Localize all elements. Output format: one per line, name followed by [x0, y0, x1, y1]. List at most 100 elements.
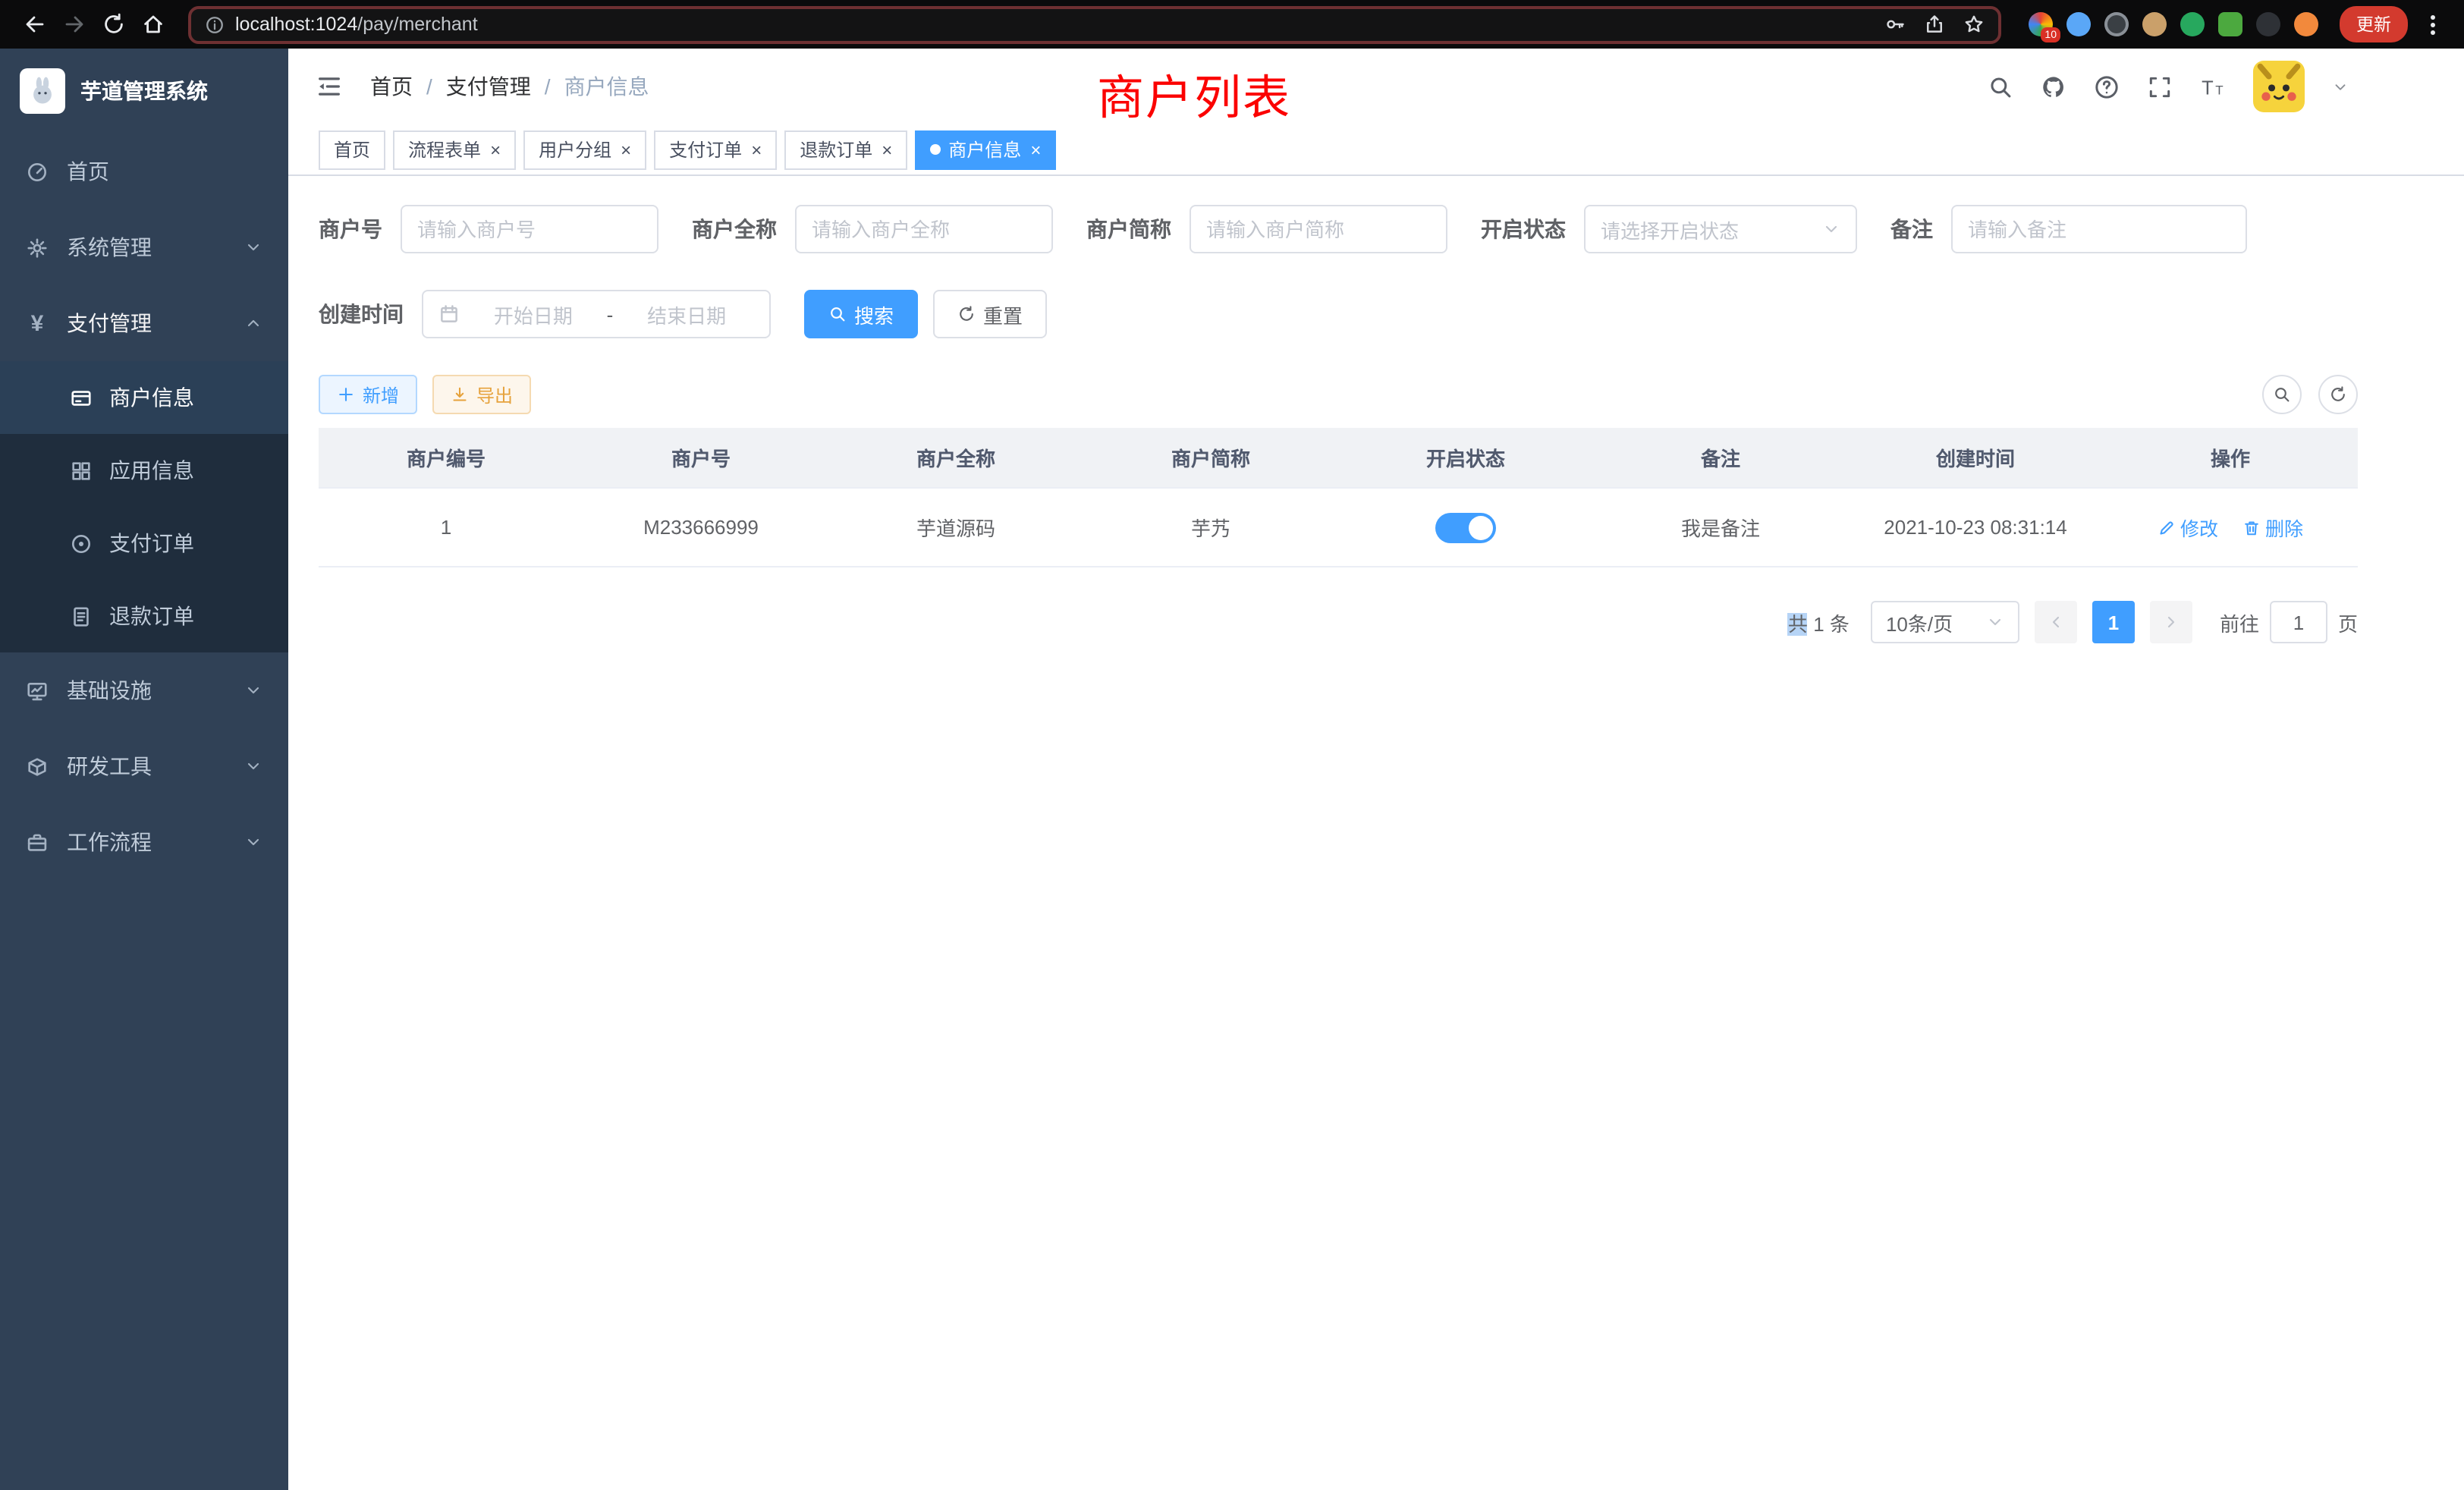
pagination-total-count: 1	[1813, 612, 1824, 635]
close-tab-icon[interactable]: ×	[621, 140, 631, 159]
tab-merchant-info[interactable]: 商户信息 ×	[915, 130, 1056, 169]
share-icon[interactable]	[1924, 14, 1945, 35]
cell-merchant-no: M233666999	[574, 516, 828, 539]
close-tab-icon[interactable]: ×	[490, 140, 501, 159]
breadcrumb-payment[interactable]: 支付管理	[446, 71, 531, 102]
help-icon[interactable]	[2094, 74, 2120, 99]
app-logo[interactable]: 芋道管理系统	[0, 49, 288, 134]
prev-page-button[interactable]	[2035, 601, 2077, 643]
profile-avatar-icon[interactable]	[2294, 12, 2318, 36]
breadcrumb-home[interactable]: 首页	[370, 71, 413, 102]
merchant-no-input[interactable]	[417, 218, 642, 240]
close-tab-icon[interactable]: ×	[882, 140, 892, 159]
row-actions: 修改 删除	[2103, 513, 2358, 542]
sidebar-item-refund-order[interactable]: 退款订单	[0, 580, 288, 652]
dark-circle-extension-icon[interactable]	[2104, 12, 2129, 36]
edit-button-label: 修改	[2180, 513, 2218, 542]
add-button[interactable]: 新增	[319, 375, 417, 414]
sidebar-item-app-info[interactable]: 应用信息	[0, 434, 288, 507]
password-key-icon[interactable]	[1884, 14, 1906, 35]
tab-refund-order[interactable]: 退款订单×	[784, 130, 907, 169]
tab-home[interactable]: 首页	[319, 130, 385, 169]
grid-icon	[70, 459, 93, 482]
column-header: 开启状态	[1338, 443, 1593, 472]
status-toggle[interactable]	[1435, 512, 1496, 542]
cell-create-time: 2021-10-23 08:31:14	[1848, 516, 2103, 539]
merchant-no-label: 商户号	[319, 214, 382, 244]
collapse-sidebar-button[interactable]	[310, 67, 349, 106]
pagination: 共 1 条 10条/页 1 前往 页	[319, 601, 2358, 643]
cell-short-name: 芋艿	[1083, 513, 1338, 542]
create-time-range-picker[interactable]: 开始日期 - 结束日期	[422, 290, 771, 338]
sidebar-item-label: 支付订单	[109, 528, 194, 558]
avatar-extension-icon[interactable]	[2142, 12, 2167, 36]
column-header: 商户全称	[828, 443, 1083, 472]
sidebar-item-label: 退款订单	[109, 601, 194, 631]
page-number-button[interactable]: 1	[2092, 601, 2135, 643]
chevron-down-icon	[2332, 78, 2349, 95]
toggle-search-button[interactable]	[2262, 375, 2302, 414]
address-bar[interactable]: localhost:1024/pay/merchant	[188, 5, 2001, 43]
search-button[interactable]: 搜索	[804, 290, 918, 338]
screen: localhost:1024/pay/merchant 10 更新	[0, 0, 2464, 1490]
sidebar-item-dev-tools[interactable]: 研发工具	[0, 728, 288, 804]
goto-page-input[interactable]	[2270, 601, 2327, 643]
reload-button[interactable]	[94, 5, 134, 44]
close-tab-icon[interactable]: ×	[751, 140, 762, 159]
user-avatar[interactable]	[2253, 61, 2305, 112]
site-info-icon[interactable]	[205, 14, 225, 34]
short-name-input[interactable]	[1206, 218, 1431, 240]
status-select[interactable]: 请选择开启状态	[1584, 205, 1857, 253]
tab-payment-order[interactable]: 支付订单×	[654, 130, 777, 169]
sidebar-item-payment[interactable]: ¥ 支付管理	[0, 285, 288, 361]
reset-button[interactable]: 重置	[933, 290, 1047, 338]
sidebar-item-workflow[interactable]: 工作流程	[0, 804, 288, 880]
close-tab-icon[interactable]: ×	[1030, 140, 1041, 159]
browser-menu-button[interactable]	[2431, 22, 2435, 27]
remark-input[interactable]	[1968, 218, 2230, 240]
back-button[interactable]	[15, 5, 55, 44]
pin-extension-icon[interactable]	[2256, 12, 2280, 36]
sidebar-item-infrastructure[interactable]: 基础设施	[0, 652, 288, 728]
reset-button-label: 重置	[983, 300, 1023, 328]
date-start-placeholder: 开始日期	[466, 300, 601, 328]
delete-button[interactable]: 删除	[2242, 513, 2303, 542]
breadcrumb-separator: /	[426, 74, 432, 99]
next-page-button[interactable]	[2150, 601, 2192, 643]
sidebar-item-system[interactable]: 系统管理	[0, 209, 288, 285]
green-square-extension-icon[interactable]	[2218, 12, 2242, 36]
refresh-table-button[interactable]	[2318, 375, 2358, 414]
sidebar-item-payment-order[interactable]: 支付订单	[0, 507, 288, 580]
breadcrumb-current: 商户信息	[564, 71, 649, 102]
font-size-icon[interactable]: TT	[2200, 74, 2226, 99]
export-button[interactable]: 导出	[432, 375, 531, 414]
home-button[interactable]	[134, 5, 173, 44]
sidebar-item-home[interactable]: 首页	[0, 134, 288, 209]
github-icon[interactable]	[2041, 74, 2066, 99]
refresh-icon	[2329, 385, 2347, 404]
cell-merchant-id: 1	[319, 516, 574, 539]
sidebar-item-merchant-info[interactable]: 商户信息	[0, 361, 288, 434]
fullscreen-icon[interactable]	[2147, 74, 2173, 99]
full-name-input[interactable]	[812, 218, 1036, 240]
search-icon[interactable]	[1988, 74, 2013, 99]
edit-button[interactable]: 修改	[2158, 513, 2218, 542]
breadcrumb: 首页 / 支付管理 / 商户信息	[370, 71, 649, 102]
browser-toolbar: localhost:1024/pay/merchant 10 更新	[0, 0, 2464, 49]
tab-process-form[interactable]: 流程表单×	[393, 130, 516, 169]
green-circle-extension-icon[interactable]	[2180, 12, 2205, 36]
colorful-extension-icon[interactable]: 10	[2029, 12, 2053, 36]
sidebar-item-label: 商户信息	[109, 382, 194, 413]
bookmark-star-icon[interactable]	[1963, 14, 1985, 35]
chevron-left-icon	[2047, 613, 2065, 631]
chevron-down-icon	[1822, 220, 1840, 238]
forward-button[interactable]	[55, 5, 94, 44]
blue-drop-extension-icon[interactable]	[2066, 12, 2091, 36]
column-header: 商户号	[574, 443, 828, 472]
tab-label: 商户信息	[948, 137, 1021, 162]
tab-user-group[interactable]: 用户分组×	[523, 130, 646, 169]
page-size-select[interactable]: 10条/页	[1871, 601, 2019, 643]
browser-update-button[interactable]: 更新	[2340, 6, 2408, 42]
column-header: 创建时间	[1848, 443, 2103, 472]
filter-row-1: 商户号 商户全称 商户简称 开启状态 请选择开启状态	[319, 205, 2358, 253]
